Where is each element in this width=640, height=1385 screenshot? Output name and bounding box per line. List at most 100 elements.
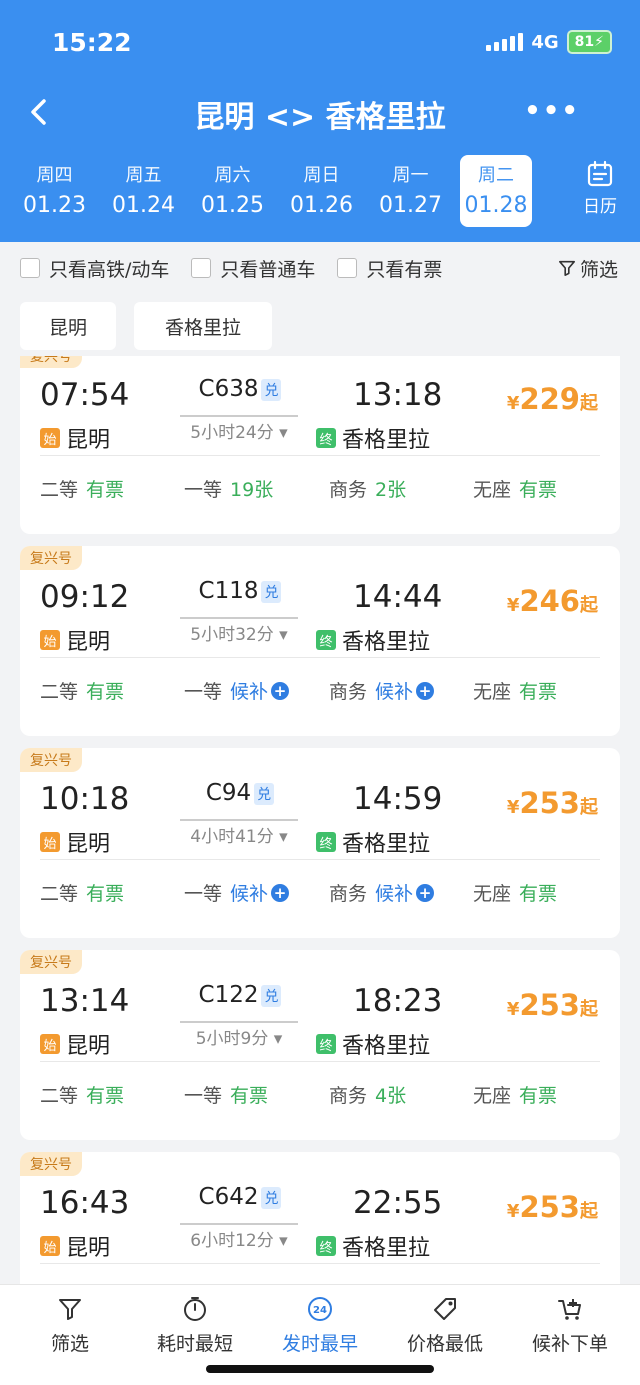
- calendar-button[interactable]: 日历: [578, 160, 622, 217]
- waitlist-status[interactable]: 候补 +: [230, 677, 290, 704]
- duration-toggle[interactable]: 6小时12分 ▾: [180, 1226, 298, 1251]
- seat-name: 二等: [40, 1085, 79, 1107]
- route-line: [180, 415, 298, 417]
- status-icons: 4G 81⚡: [486, 30, 612, 54]
- train-number-text: C638: [198, 376, 259, 402]
- seat-status: 候补: [230, 883, 269, 905]
- seat-standing: 无座 有票: [473, 677, 557, 704]
- duration-text: 5小时9分: [195, 1029, 269, 1049]
- seat-name: 二等: [40, 681, 79, 703]
- filter-high-speed[interactable]: 只看高铁/动车: [20, 255, 169, 282]
- tab-earliest[interactable]: 24 发时最早: [256, 1295, 384, 1356]
- cart-add-icon: [558, 1299, 581, 1320]
- price-tag-icon: [434, 1298, 456, 1320]
- train-card[interactable]: 复兴号 13:14 C122 兑 5小时9分 ▾ 18:23 始昆明 终香格里拉 …: [20, 950, 620, 1140]
- price: ¥229起: [507, 382, 598, 416]
- end-mark: 终: [316, 428, 336, 448]
- price: ¥246起: [507, 584, 598, 618]
- filter-available[interactable]: 只看有票: [337, 255, 442, 282]
- route-line: [180, 819, 298, 821]
- filter-icon: [558, 260, 575, 277]
- train-badge: 复兴号: [20, 356, 82, 368]
- checkbox[interactable]: [337, 258, 358, 278]
- arrival-time: 18:23: [353, 983, 443, 1019]
- clock-24-icon: 24: [308, 1297, 332, 1321]
- route-line: [180, 1021, 298, 1023]
- seat-status: 有票: [519, 883, 558, 905]
- seat-business: 商务 2张: [329, 475, 406, 502]
- date-tab[interactable]: 周五 01.24: [99, 155, 188, 227]
- seat-name: 商务: [329, 1085, 368, 1107]
- exchange-badge: 兑: [261, 984, 282, 1007]
- filter-label: 只看高铁/动车: [49, 258, 170, 281]
- waitlist-status[interactable]: 候补 +: [375, 879, 435, 906]
- date-value: 01.25: [201, 193, 264, 218]
- date-tab[interactable]: 周六 01.25: [188, 155, 277, 227]
- station-tag-to[interactable]: 香格里拉: [134, 302, 272, 350]
- currency: ¥: [506, 1201, 520, 1222]
- arrival-time: 22:55: [353, 1185, 443, 1221]
- departure-time: 09:12: [40, 579, 130, 615]
- station-tag-from[interactable]: 昆明: [20, 302, 116, 350]
- train-card[interactable]: 复兴号 09:12 C118 兑 5小时32分 ▾ 14:44 始昆明 终香格里拉…: [20, 546, 620, 736]
- tab-filter[interactable]: 筛选: [6, 1295, 134, 1356]
- date-weekday: 周五: [125, 165, 162, 186]
- train-card[interactable]: 复兴号 16:43 C642 兑 6小时12分 ▾ 22:55 始昆明 终香格里拉…: [20, 1152, 620, 1284]
- caret-down-icon: ▾: [279, 423, 288, 443]
- seat-status: 有票: [519, 479, 558, 501]
- date-weekday: 周一: [392, 165, 429, 186]
- waitlist-status[interactable]: 候补 +: [375, 677, 435, 704]
- screen-button[interactable]: 筛选: [558, 255, 618, 282]
- divider: [40, 455, 600, 456]
- price-suffix: 起: [580, 797, 598, 818]
- waitlist-status[interactable]: 候补 +: [230, 879, 290, 906]
- checkbox[interactable]: [20, 258, 40, 278]
- seat-second: 二等 有票: [40, 879, 124, 906]
- end-mark: 终: [316, 832, 336, 852]
- seat-name: 一等: [184, 1085, 223, 1107]
- caret-down-icon: ▾: [279, 625, 288, 645]
- arrival-time: 13:18: [353, 377, 443, 413]
- price: ¥253起: [507, 988, 598, 1022]
- date-value: 01.24: [112, 193, 175, 218]
- tab-lowest-price[interactable]: 价格最低: [381, 1295, 509, 1356]
- seat-name: 无座: [473, 1085, 512, 1107]
- date-tab[interactable]: 周一 01.27: [366, 155, 455, 227]
- departure-station: 始昆明: [40, 624, 110, 656]
- date-weekday: 周六: [214, 165, 251, 186]
- seat-first[interactable]: 一等 候补 +: [184, 677, 290, 704]
- duration-toggle[interactable]: 5小时9分 ▾: [180, 1024, 298, 1049]
- duration-toggle[interactable]: 5小时32分 ▾: [180, 620, 298, 645]
- train-card[interactable]: 复兴号 10:18 C94 兑 4小时41分 ▾ 14:59 始昆明 终香格里拉 …: [20, 748, 620, 938]
- train-card[interactable]: 复兴号 07:54 C638 兑 5小时24分 ▾ 13:18 始昆明 终香格里拉…: [20, 356, 620, 534]
- arrival-time: 14:44: [353, 579, 443, 615]
- tab-waitlist-order[interactable]: 候补下单: [506, 1295, 634, 1356]
- duration-toggle[interactable]: 4小时41分 ▾: [180, 822, 298, 847]
- date-tab[interactable]: 周四 01.23: [10, 155, 99, 227]
- filter-normal[interactable]: 只看普通车: [191, 255, 315, 282]
- seat-business[interactable]: 商务 候补 +: [329, 677, 435, 704]
- seat-status: 有票: [230, 1085, 269, 1107]
- seat-business: 商务 4张: [329, 1081, 406, 1108]
- header: 15:22 4G 81⚡ 昆明 <> 香格里拉 ••• 周四 01.23 周五 01…: [0, 0, 640, 242]
- checkbox[interactable]: [191, 258, 212, 278]
- seat-second: 二等 有票: [40, 475, 124, 502]
- tab-shortest[interactable]: 耗时最短: [131, 1295, 259, 1356]
- filter-label: 只看普通车: [220, 258, 316, 281]
- currency: ¥: [506, 999, 520, 1020]
- duration-toggle[interactable]: 5小时24分 ▾: [180, 418, 298, 443]
- end-mark: 终: [316, 1236, 336, 1256]
- more-button[interactable]: •••: [524, 96, 580, 126]
- station-name: 香格里拉: [342, 1236, 431, 1261]
- tab-label: 候补下单: [531, 1333, 608, 1355]
- seat-first[interactable]: 一等 候补 +: [184, 879, 290, 906]
- seat-business[interactable]: 商务 候补 +: [329, 879, 435, 906]
- bottom-tab-bar: 筛选 耗时最短 24 发时最早 价格最低 候补下单: [0, 1284, 640, 1385]
- date-tab-selected[interactable]: 周二 01.28: [460, 155, 532, 227]
- route-line: [180, 617, 298, 619]
- train-number: C638 兑: [182, 376, 298, 402]
- train-number: C118 兑: [182, 578, 298, 604]
- date-tab[interactable]: 周日 01.26: [277, 155, 366, 227]
- plus-circle-icon: +: [416, 681, 435, 700]
- seat-status: 有票: [86, 1085, 125, 1107]
